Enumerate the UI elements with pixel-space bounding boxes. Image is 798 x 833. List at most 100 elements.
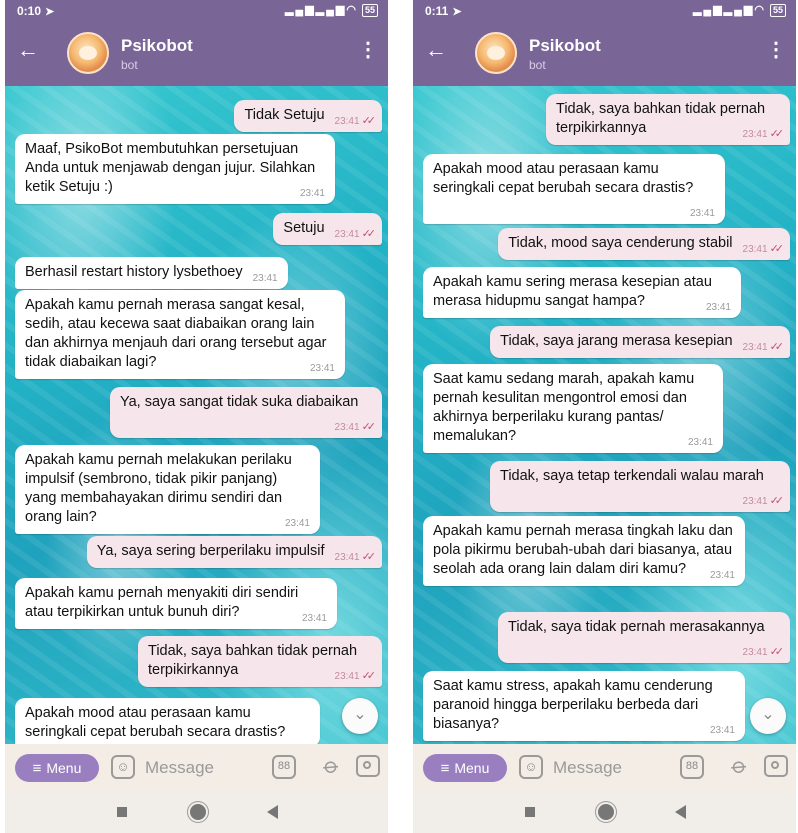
bot-commands-icon[interactable]: 88: [680, 755, 704, 779]
message-time: 23:41: [742, 647, 768, 658]
incoming-message[interactable]: Apakah kamu pernah merasa tingkah laku d…: [423, 516, 745, 586]
incoming-message[interactable]: Apakah mood atau perasaan kamu seringkal…: [423, 154, 725, 224]
outgoing-message[interactable]: Tidak, saya tidak pernah merasakannya 23:…: [498, 612, 790, 663]
back-arrow-icon[interactable]: ←: [425, 38, 447, 62]
android-nav-bar: [5, 792, 388, 833]
message-time: 23:41: [742, 244, 768, 255]
read-ticks-icon: ✓✓: [361, 115, 377, 127]
menu-button[interactable]: ≡ Menu: [423, 754, 507, 782]
outgoing-message[interactable]: Setuju 23:41 ✓✓: [273, 213, 382, 245]
avatar-face: [79, 46, 97, 60]
outgoing-message[interactable]: Ya, saya sering berperilaku impulsif 23:4…: [86, 536, 382, 568]
back-arrow-icon[interactable]: ←: [17, 38, 39, 62]
more-options-icon[interactable]: ⋮: [766, 40, 786, 60]
message-meta: 23:41 ✓✓: [335, 548, 377, 567]
incoming-message[interactable]: Berhasil restart history lysbethoey 23:41: [15, 257, 288, 289]
chat-title[interactable]: Psikobot: [121, 36, 193, 56]
paperclip-icon[interactable]: ⌀: [318, 752, 345, 780]
message-meta: 23:41 ✓✓: [742, 240, 785, 259]
message-list[interactable]: Tidak Setuju 23:41 ✓✓ Maaf, PsikoBot membu…: [5, 86, 388, 744]
nav-back-icon[interactable]: [675, 805, 686, 819]
message-time: 23:41: [334, 116, 360, 127]
message-input[interactable]: [553, 756, 663, 780]
android-nav-bar: [413, 792, 796, 833]
message-meta: 23:41 ✓✓: [334, 112, 377, 131]
message-time: 23:41: [299, 188, 325, 199]
incoming-message[interactable]: Apakah kamu pernah merasa sangat kesal, …: [15, 290, 345, 379]
camera-icon[interactable]: [764, 755, 788, 777]
incoming-message[interactable]: Apakah kamu pernah melakukan perilaku im…: [15, 445, 320, 534]
message-meta: 23:41: [300, 184, 325, 203]
menu-bars-icon: ≡: [32, 760, 42, 777]
input-bar: ≡Menu ☺ 88 ⌀: [5, 744, 388, 792]
message-time: 23:41: [334, 229, 360, 240]
menu-button-label: Menu: [454, 760, 490, 776]
system-icons: ▂▄▆▂▄▆◠ 55: [693, 3, 786, 17]
chat-screen-right: 0:11 ➤ ▂▄▆▂▄▆◠ 55 ← Psikobot bot ⋮ Tidak, …: [413, 0, 796, 833]
incoming-message[interactable]: Apakah kamu pernah menyakiti diri sendir…: [15, 578, 337, 629]
message-meta: 23:41 ✓✓: [743, 492, 785, 511]
wifi-icon: ◠: [754, 4, 766, 16]
message-text: Tidak, mood saya cenderung stabil: [508, 235, 733, 251]
sticker-icon[interactable]: ☺: [111, 755, 135, 779]
message-meta: 23:41: [310, 359, 335, 378]
message-text: Maaf, PsikoBot membutuhkan persetujuan A…: [25, 141, 316, 195]
incoming-message[interactable]: Saat kamu sedang marah, apakah kamu pern…: [423, 364, 723, 453]
incoming-message[interactable]: Apakah kamu sering merasa kesepian atau …: [423, 267, 741, 318]
recent-apps-icon[interactable]: [525, 807, 535, 817]
message-text: Tidak, saya tidak pernah merasakannya: [508, 619, 765, 635]
outgoing-message[interactable]: Tidak Setuju 23:41 ✓✓: [234, 100, 382, 132]
avatar-face: [487, 46, 505, 60]
location-arrow-icon: ➤: [45, 6, 55, 18]
signal-icon-2: ▂▄▆: [723, 4, 755, 16]
chat-header: ← Psikobot bot ⋮: [5, 22, 388, 86]
message-text: Apakah kamu pernah merasa tingkah laku d…: [433, 523, 733, 577]
home-icon[interactable]: [598, 804, 614, 820]
sticker-icon[interactable]: ☺: [519, 755, 543, 779]
message-meta: 23:41: [706, 298, 731, 317]
message-time: 23:41: [284, 518, 310, 529]
incoming-message[interactable]: Apakah mood atau perasaan kamu seringkal…: [15, 698, 320, 744]
signal-icon: ▂▄▆: [692, 4, 724, 16]
read-ticks-icon: ✓✓: [769, 128, 785, 140]
outgoing-message[interactable]: Tidak, saya tetap terkendali walau marah…: [490, 461, 790, 512]
incoming-message[interactable]: Saat kamu stress, apakah kamu cenderung …: [423, 671, 745, 741]
avatar[interactable]: [67, 32, 109, 74]
message-list[interactable]: Tidak, saya bahkan tidak pernah terpikir…: [413, 86, 796, 744]
chat-subtitle: bot: [529, 58, 546, 72]
message-meta: 23:41 ✓✓: [743, 338, 785, 357]
read-ticks-icon: ✓✓: [769, 243, 785, 255]
bot-commands-icon[interactable]: 88: [272, 755, 296, 779]
home-icon[interactable]: [190, 804, 206, 820]
outgoing-message[interactable]: Tidak, saya jarang merasa kesepian 23:41 ✓…: [490, 326, 790, 358]
outgoing-message[interactable]: Tidak, saya bahkan tidak pernah terpikir…: [546, 94, 790, 145]
incoming-message[interactable]: Maaf, PsikoBot membutuhkan persetujuan A…: [15, 134, 335, 204]
scroll-down-chevron-icon[interactable]: ⌄: [342, 698, 378, 734]
camera-icon[interactable]: [356, 755, 380, 777]
nav-back-icon[interactable]: [267, 805, 278, 819]
message-meta: 23:41: [690, 204, 715, 223]
message-text: Ya, saya sangat tidak suka diabaikan: [120, 394, 359, 410]
recent-apps-icon[interactable]: [117, 807, 127, 817]
message-text: Setuju: [283, 220, 325, 236]
message-text: Berhasil restart history lysbethoey: [25, 264, 243, 280]
read-ticks-icon: ✓✓: [769, 646, 785, 658]
read-ticks-icon: ✓✓: [361, 228, 377, 240]
status-time-text: 0:10: [17, 4, 42, 18]
avatar[interactable]: [475, 32, 517, 74]
outgoing-message[interactable]: Ya, saya sangat tidak suka diabaikan 23:4…: [110, 387, 382, 438]
message-time: 23:41: [301, 613, 327, 624]
outgoing-message[interactable]: Tidak, mood saya cenderung stabil 23:41 ✓✓: [498, 228, 790, 260]
paperclip-icon[interactable]: ⌀: [726, 752, 753, 780]
message-text: Apakah kamu pernah merasa sangat kesal, …: [25, 297, 327, 370]
outgoing-message[interactable]: Tidak, saya bahkan tidak pernah terpikir…: [138, 636, 382, 687]
more-options-icon[interactable]: ⋮: [358, 40, 378, 60]
scroll-down-chevron-icon[interactable]: ⌄: [750, 698, 786, 734]
message-time: 23:41: [334, 422, 360, 433]
status-time: 0:10 ➤: [17, 4, 54, 18]
message-text: Tidak, saya jarang merasa kesepian: [500, 333, 733, 349]
message-input[interactable]: [145, 756, 255, 780]
message-text: Apakah kamu sering merasa kesepian atau …: [433, 274, 712, 309]
chat-title[interactable]: Psikobot: [529, 36, 601, 56]
menu-button[interactable]: ≡ Menu: [15, 754, 99, 782]
